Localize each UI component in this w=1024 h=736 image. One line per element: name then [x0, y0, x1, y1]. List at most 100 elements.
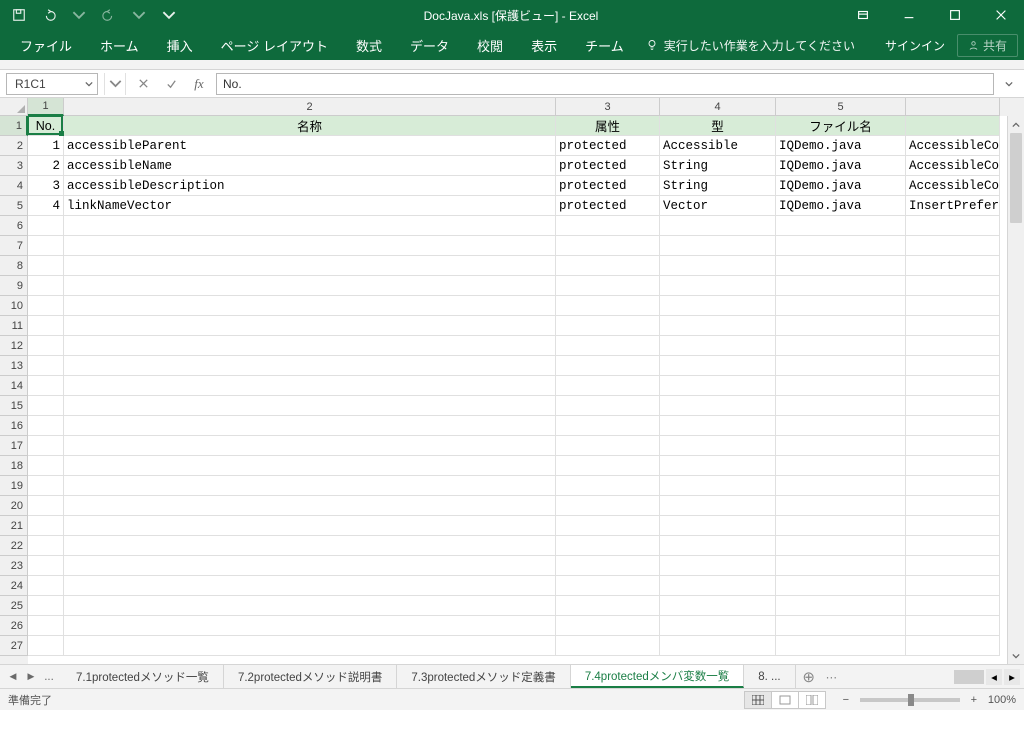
cell[interactable]: IQDemo.java: [776, 156, 906, 176]
cell[interactable]: [556, 236, 660, 256]
cell[interactable]: [776, 236, 906, 256]
cell[interactable]: [28, 416, 64, 436]
cell[interactable]: protected: [556, 176, 660, 196]
cell[interactable]: [28, 276, 64, 296]
cell[interactable]: [906, 216, 1000, 236]
cell[interactable]: [660, 556, 776, 576]
tab-review[interactable]: 校閲: [463, 30, 517, 60]
cell[interactable]: [28, 636, 64, 656]
cell[interactable]: [556, 576, 660, 596]
cancel-formula-icon[interactable]: [132, 73, 154, 95]
cell[interactable]: [660, 256, 776, 276]
expand-formula-bar-icon[interactable]: [1000, 80, 1018, 88]
cell[interactable]: [906, 536, 1000, 556]
sheet-tab[interactable]: 8. ...: [744, 665, 795, 688]
sheet-tab[interactable]: 7.1protectedメソッド一覧: [62, 665, 224, 688]
cell[interactable]: [556, 536, 660, 556]
row-header[interactable]: 3: [0, 156, 28, 176]
cell[interactable]: [28, 616, 64, 636]
cell[interactable]: [906, 476, 1000, 496]
cell[interactable]: [906, 576, 1000, 596]
column-header[interactable]: 5: [776, 98, 906, 116]
cell[interactable]: [660, 216, 776, 236]
cell[interactable]: [776, 476, 906, 496]
cell[interactable]: [556, 396, 660, 416]
cell[interactable]: [556, 476, 660, 496]
cell[interactable]: [28, 336, 64, 356]
cell[interactable]: [556, 316, 660, 336]
cell[interactable]: [906, 376, 1000, 396]
cell[interactable]: [660, 436, 776, 456]
cell[interactable]: [906, 296, 1000, 316]
cell[interactable]: [660, 456, 776, 476]
tab-page-layout[interactable]: ページ レイアウト: [207, 30, 342, 60]
cell[interactable]: [28, 496, 64, 516]
cell[interactable]: [64, 356, 556, 376]
cell[interactable]: IQDemo.java: [776, 136, 906, 156]
cell[interactable]: [660, 496, 776, 516]
column-header[interactable]: [906, 98, 1000, 116]
cell[interactable]: [660, 596, 776, 616]
cell[interactable]: [906, 616, 1000, 636]
cell[interactable]: [776, 256, 906, 276]
cell[interactable]: Vector: [660, 196, 776, 216]
zoom-slider[interactable]: [860, 698, 960, 702]
cell[interactable]: [64, 556, 556, 576]
cell[interactable]: [64, 376, 556, 396]
cell[interactable]: [556, 216, 660, 236]
page-break-view-icon[interactable]: [798, 691, 826, 709]
cell[interactable]: [660, 316, 776, 336]
cell[interactable]: [776, 276, 906, 296]
row-header[interactable]: 19: [0, 476, 28, 496]
cell[interactable]: accessibleDescription: [64, 176, 556, 196]
cell[interactable]: [556, 616, 660, 636]
row-header[interactable]: 9: [0, 276, 28, 296]
row-header[interactable]: 20: [0, 496, 28, 516]
horizontal-scrollbar[interactable]: ◂ ▸: [841, 669, 1024, 685]
cell[interactable]: [660, 616, 776, 636]
cell[interactable]: [556, 276, 660, 296]
row-header[interactable]: 11: [0, 316, 28, 336]
row-header[interactable]: 21: [0, 516, 28, 536]
sheet-ellipsis[interactable]: ...: [42, 671, 56, 683]
new-sheet-icon[interactable]: ⊕: [796, 668, 822, 686]
cell[interactable]: [906, 636, 1000, 656]
cell[interactable]: [776, 496, 906, 516]
row-header[interactable]: 1: [0, 116, 28, 136]
cell[interactable]: AccessibleCo: [906, 136, 1000, 156]
cell[interactable]: [64, 276, 556, 296]
row-header[interactable]: 6: [0, 216, 28, 236]
cell[interactable]: [906, 496, 1000, 516]
cell[interactable]: [776, 536, 906, 556]
page-layout-view-icon[interactable]: [771, 691, 799, 709]
cell[interactable]: 名称: [64, 116, 556, 136]
cell[interactable]: [906, 336, 1000, 356]
cell[interactable]: [28, 576, 64, 596]
cell[interactable]: [64, 496, 556, 516]
row-header[interactable]: 4: [0, 176, 28, 196]
cell[interactable]: [776, 396, 906, 416]
cell[interactable]: [776, 456, 906, 476]
cell[interactable]: [64, 576, 556, 596]
cell[interactable]: accessibleName: [64, 156, 556, 176]
row-header[interactable]: 16: [0, 416, 28, 436]
cell[interactable]: [906, 436, 1000, 456]
cell[interactable]: [64, 296, 556, 316]
cell[interactable]: [28, 536, 64, 556]
ribbon-display-options-icon[interactable]: [840, 0, 886, 30]
maximize-icon[interactable]: [932, 0, 978, 30]
cell[interactable]: [776, 376, 906, 396]
cell[interactable]: [28, 556, 64, 576]
cell[interactable]: protected: [556, 196, 660, 216]
cell[interactable]: IQDemo.java: [776, 176, 906, 196]
cell[interactable]: protected: [556, 156, 660, 176]
enter-formula-icon[interactable]: [160, 73, 182, 95]
row-header[interactable]: 25: [0, 596, 28, 616]
cell[interactable]: [28, 436, 64, 456]
cell[interactable]: [556, 556, 660, 576]
row-header[interactable]: 5: [0, 196, 28, 216]
share-button[interactable]: 共有: [957, 34, 1018, 57]
sheet-tab[interactable]: 7.2protectedメソッド説明書: [224, 665, 397, 688]
cell[interactable]: No.: [28, 116, 64, 136]
cell[interactable]: [660, 296, 776, 316]
